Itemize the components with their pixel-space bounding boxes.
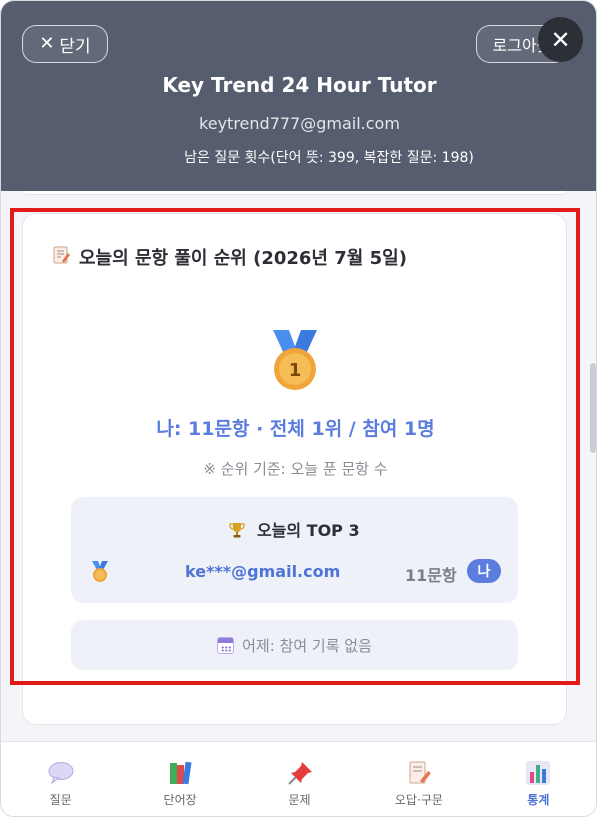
ranking-criteria-note: ※ 순위 기준: 오늘 푼 문항 수 — [203, 460, 388, 478]
bar-chart-icon — [524, 760, 552, 786]
nav-label: 통계 — [527, 793, 550, 807]
close-label: 닫기 — [59, 36, 91, 57]
yesterday-record: 어제: 참여 기록 없음 — [71, 620, 518, 670]
me-badge: 나 — [467, 559, 501, 583]
top3-title: 오늘의 TOP 3 — [71, 517, 518, 541]
books-icon — [166, 760, 194, 786]
gold-medal-icon — [91, 561, 109, 583]
header: ✕ 닫기 로그아웃 ✕ Key Trend 24 Hour Tutor keyt… — [1, 1, 596, 191]
yesterday-text: 어제: 참여 기록 없음 — [242, 636, 372, 655]
dismiss-x-button[interactable]: ✕ — [538, 17, 583, 62]
leaderboard-row: ke***@gmail.com 11문항 나 — [91, 559, 501, 585]
ranking-card: 오늘의 문항 풀이 순위 (2026년 7월 5일) 1 나: 11문항 · 전… — [22, 213, 567, 725]
tutor-window: ✕ 닫기 로그아웃 ✕ Key Trend 24 Hour Tutor keyt… — [0, 0, 597, 817]
top3-panel: 오늘의 TOP 3 ke***@gmail.com 11문항 나 — [71, 497, 518, 603]
nav-item-review[interactable]: 오답·구문 — [359, 742, 478, 816]
nav-item-statistics[interactable]: 통계 — [479, 742, 596, 816]
nav-item-problems[interactable]: 문제 — [240, 742, 359, 816]
top3-title-text: 오늘의 TOP 3 — [256, 521, 360, 540]
calendar-icon — [217, 636, 235, 654]
scroll-content[interactable]: 오늘의 문항 풀이 순위 (2026년 7월 5일) 1 나: 11문항 · 전… — [1, 191, 596, 741]
speech-bubble-icon — [47, 760, 75, 786]
card-title-text: 오늘의 문항 풀이 순위 (2026년 7월 5일) — [79, 248, 407, 269]
leaderboard-email: ke***@gmail.com — [185, 562, 341, 581]
close-icon: ✕ — [39, 33, 55, 54]
my-rank-summary: 나: 11문항 · 전체 1위 / 참여 1명 — [156, 418, 435, 440]
nav-label: 질문 — [49, 793, 72, 807]
nav-label: 오답·구문 — [394, 793, 443, 807]
scrollbar-thumb[interactable] — [590, 363, 596, 453]
card-title: 오늘의 문항 풀이 순위 (2026년 7월 5일) — [51, 244, 407, 270]
nav-item-vocabulary[interactable]: 단어장 — [120, 742, 239, 816]
medal-number: 1 — [289, 360, 302, 381]
close-icon: ✕ — [550, 25, 571, 54]
nav-label: 단어장 — [163, 793, 197, 807]
leaderboard-count: 11문항 — [405, 566, 457, 585]
previous-card-edge — [22, 191, 567, 195]
gold-medal-icon: 1 — [269, 330, 321, 392]
pushpin-icon — [286, 760, 314, 786]
trophy-icon — [229, 521, 251, 540]
nav-label: 문제 — [288, 793, 311, 807]
user-email: keytrend777@gmail.com — [199, 114, 400, 133]
close-button[interactable]: ✕ 닫기 — [22, 25, 108, 63]
remaining-quota: 남은 질문 횟수(단어 뜻: 399, 복잡한 질문: 198) — [184, 150, 474, 166]
bottom-nav: 질문 단어장 문제 오답·구문 통계 — [1, 741, 596, 816]
memo-icon — [405, 760, 433, 786]
nav-item-question[interactable]: 질문 — [1, 742, 120, 816]
memo-icon — [51, 245, 71, 270]
app-title: Key Trend 24 Hour Tutor — [162, 73, 437, 97]
